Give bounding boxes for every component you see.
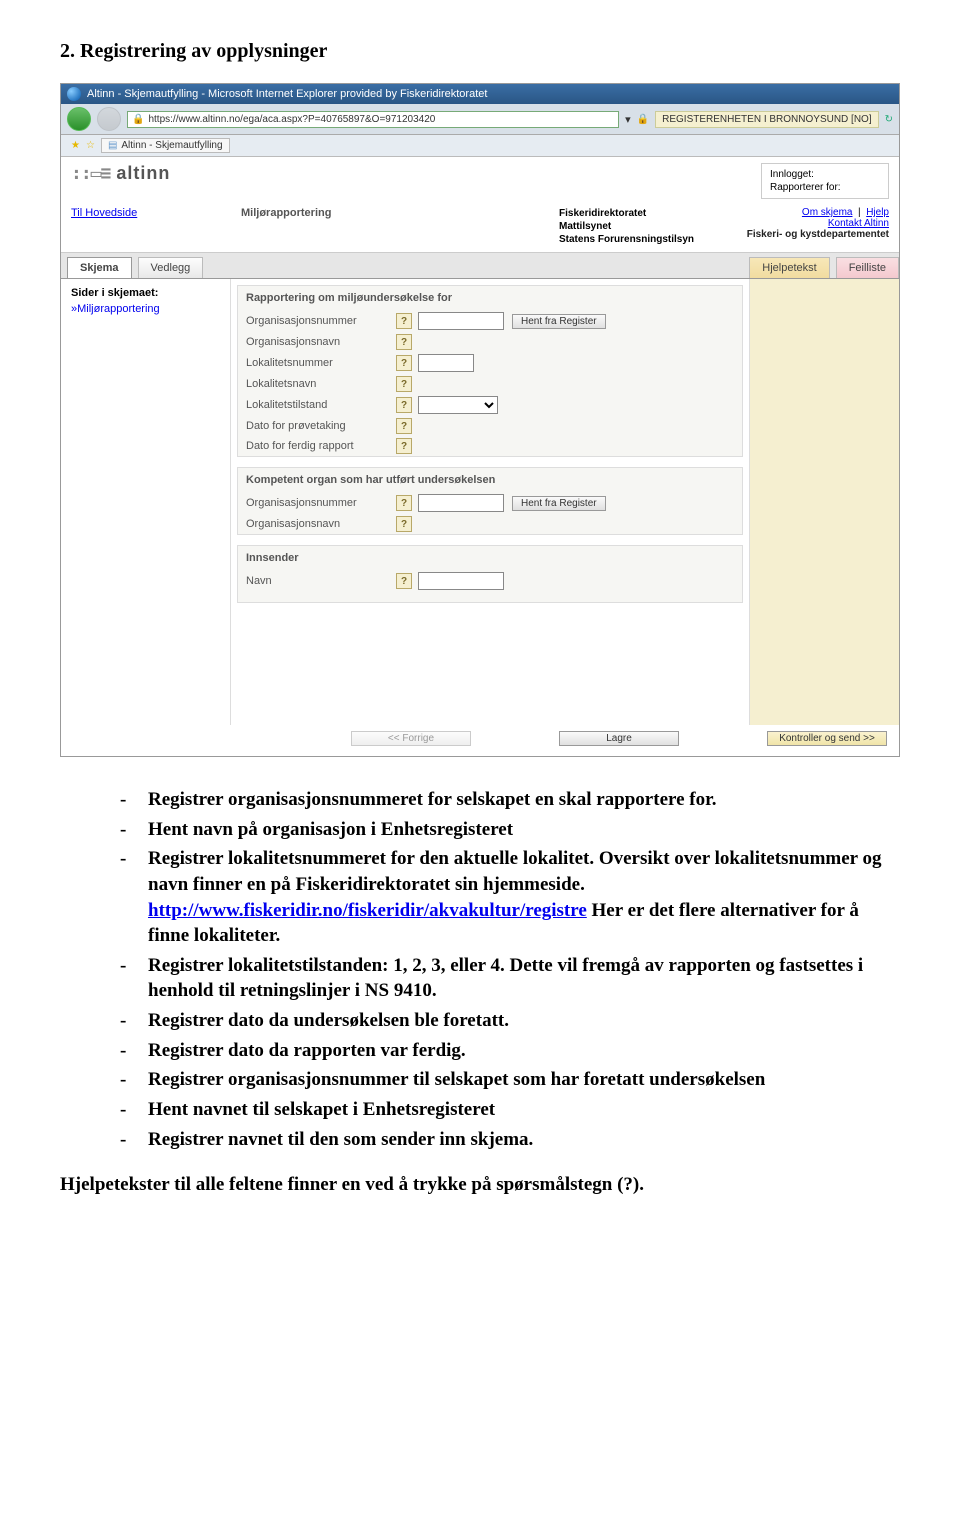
department-label: Fiskeri- og kystdepartementet <box>747 229 889 240</box>
ie-icon <box>67 87 81 101</box>
altinn-logo: ::▭≡ altinn <box>71 163 170 184</box>
favorites-star-icon[interactable]: ★ <box>71 140 80 151</box>
section3-header: Innsender <box>238 546 742 570</box>
address-bar[interactable]: 🔒 https://www.altinn.no/ega/aca.aspx?P=4… <box>127 111 619 128</box>
dropdown-arrow-icon[interactable]: ▾ <box>625 113 631 126</box>
back-button[interactable] <box>67 107 91 131</box>
til-hovedside-link[interactable]: Til Hovedside <box>71 207 137 219</box>
help-icon[interactable]: ? <box>396 495 412 511</box>
label-loknr: Lokalitetsnummer <box>246 357 396 369</box>
list-item: Registrer navnet til den som sender inn … <box>120 1127 900 1157</box>
refresh-icon[interactable]: ↻ <box>885 114 893 125</box>
tab-skjema[interactable]: Skjema <box>67 257 132 278</box>
list-item: Registrer organisasjonsnummeret for sels… <box>120 787 900 817</box>
list-item: Registrer lokalitetsnummeret for den akt… <box>120 846 900 953</box>
label-orgnavn: Organisasjonsnavn <box>246 336 396 348</box>
list-item: Registrer dato da undersøkelsen ble fore… <box>120 1008 900 1038</box>
hent-register-button-2[interactable]: Hent fra Register <box>512 496 606 511</box>
window-titlebar: Altinn - Skjemautfylling - Microsoft Int… <box>61 84 899 104</box>
label-orgnavn2: Organisasjonsnavn <box>246 518 396 530</box>
tab-feilliste[interactable]: Feilliste <box>836 257 899 278</box>
sidebar: Sider i skjemaet: Miljørapportering <box>61 279 231 725</box>
sidebar-item-miljo[interactable]: Miljørapportering <box>71 303 160 315</box>
help-icon[interactable]: ? <box>396 516 412 532</box>
hjelp-link[interactable]: Hjelp <box>866 207 889 218</box>
input-orgnr2[interactable] <box>418 494 504 512</box>
help-icon[interactable]: ? <box>396 313 412 329</box>
sidebar-title: Sider i skjemaet: <box>71 287 220 299</box>
login-status-box: Innlogget: Rapporterer for: <box>761 163 889 199</box>
list-item: Hent navn på organisasjon i Enhetsregist… <box>120 817 900 847</box>
schema-name: Miljørapportering <box>241 207 559 219</box>
ie-window: Altinn - Skjemautfylling - Microsoft Int… <box>60 83 900 757</box>
help-icon[interactable]: ? <box>396 334 412 350</box>
security-zone[interactable]: REGISTERENHETEN I BRONNOYSUND [NO] <box>655 111 878 128</box>
help-icon[interactable]: ? <box>396 418 412 434</box>
instruction-list: Registrer organisasjonsnummeret for sels… <box>60 787 900 1156</box>
list-item: Registrer lokalitetstilstanden: 1, 2, 3,… <box>120 953 900 1008</box>
help-icon[interactable]: ? <box>396 355 412 371</box>
section2-header: Kompetent organ som har utført undersøke… <box>238 468 742 492</box>
lock-icon: 🔒 <box>132 114 144 125</box>
help-icon[interactable]: ? <box>396 376 412 392</box>
hent-register-button[interactable]: Hent fra Register <box>512 314 606 329</box>
label-dato-prove: Dato for prøvetaking <box>246 420 396 432</box>
ie-favorites-bar: ★ ☆ ▤ Altinn - Skjemautfylling <box>61 135 899 157</box>
header-links: Om skjema | Hjelp Kontakt Altinn Fiskeri… <box>729 207 889 240</box>
help-icon[interactable]: ? <box>396 397 412 413</box>
label-dato-rapport: Dato for ferdig rapport <box>246 440 396 452</box>
select-loktilstand[interactable] <box>418 396 498 414</box>
section1-header: Rapportering om miljøundersøkelse for <box>238 286 742 310</box>
add-favorite-icon[interactable]: ☆ <box>86 140 95 151</box>
reporting-for-label: Rapporterer for: <box>770 181 880 194</box>
list-item: Registrer dato da rapporten var ferdig. <box>120 1038 900 1068</box>
help-note: Hjelpetekster til alle feltene finner en… <box>60 1174 900 1196</box>
tab-vedlegg[interactable]: Vedlegg <box>138 257 204 278</box>
input-navn[interactable] <box>418 572 504 590</box>
input-orgnr[interactable] <box>418 312 504 330</box>
list-item: Hent navnet til selskapet i Enhetsregist… <box>120 1097 900 1127</box>
ie-nav-toolbar: 🔒 https://www.altinn.no/ega/aca.aspx?P=4… <box>61 104 899 135</box>
input-loknr[interactable] <box>418 354 474 372</box>
lagre-button[interactable]: Lagre <box>559 731 679 746</box>
label-loktilstand: Lokalitetstilstand <box>246 399 396 411</box>
help-icon[interactable]: ? <box>396 573 412 589</box>
cert-lock-icon: 🔒 <box>637 114 649 125</box>
label-orgnr2: Organisasjonsnummer <box>246 497 396 509</box>
help-icon[interactable]: ? <box>396 438 412 454</box>
list-item: Registrer organisasjonsnummer til selska… <box>120 1067 900 1097</box>
fiskeridir-link[interactable]: http://www.fiskeridir.no/fiskeridir/akva… <box>148 900 587 921</box>
agencies-list: Fiskeridirektoratet Mattilsynet Statens … <box>559 207 729 246</box>
forward-button[interactable] <box>97 107 121 131</box>
page-icon: ▤ <box>108 140 117 151</box>
help-panel <box>749 279 899 725</box>
section-title: 2. Registrering av opplysninger <box>60 40 900 63</box>
label-loknavn: Lokalitetsnavn <box>246 378 396 390</box>
label-navn: Navn <box>246 575 396 587</box>
kontakt-altinn-link[interactable]: Kontakt Altinn <box>828 218 889 229</box>
forrige-button[interactable]: << Forrige <box>351 731 471 746</box>
browser-tab[interactable]: ▤ Altinn - Skjemautfylling <box>101 138 230 153</box>
tab-hjelpetekst[interactable]: Hjelpetekst <box>749 257 829 278</box>
url-text: https://www.altinn.no/ega/aca.aspx?P=407… <box>148 114 435 125</box>
logged-in-label: Innlogget: <box>770 168 880 181</box>
form-area: Rapportering om miljøundersøkelse for Or… <box>231 279 749 725</box>
window-title-text: Altinn - Skjemautfylling - Microsoft Int… <box>87 88 487 100</box>
label-orgnr: Organisasjonsnummer <box>246 315 396 327</box>
kontroller-send-button[interactable]: Kontroller og send >> <box>767 731 887 746</box>
om-skjema-link[interactable]: Om skjema <box>802 207 853 218</box>
